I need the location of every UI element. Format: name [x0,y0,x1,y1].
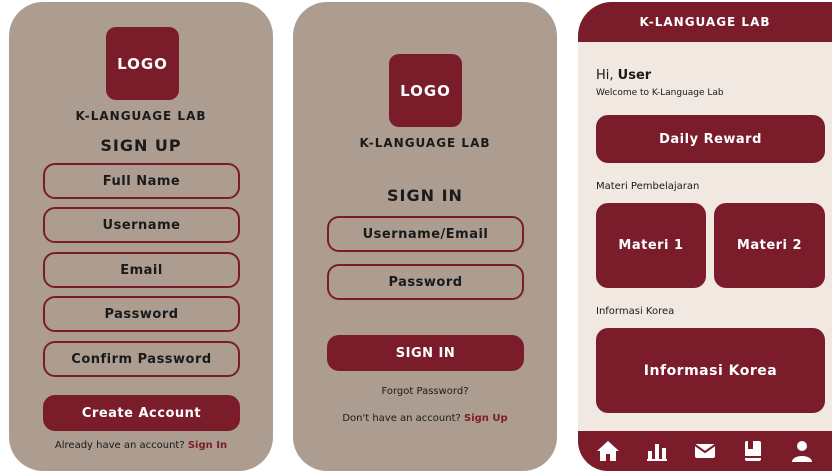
book-icon[interactable] [741,439,765,463]
signin-prompt-text: Already have an account? [54,440,185,451]
username-field[interactable]: Username [43,207,240,243]
app-header: K-LANGUAGE LAB [578,2,832,42]
brand-name: K-LANGUAGE LAB [359,136,491,150]
korea-info-card[interactable]: Informasi Korea [596,328,825,413]
page-title: SIGN IN [387,186,463,205]
confirm-password-field[interactable]: Confirm Password [43,341,240,377]
chart-icon[interactable] [645,439,669,463]
logo: LOGO [389,54,462,127]
user-icon[interactable] [790,439,814,463]
page-title: SIGN UP [100,136,182,155]
home-screen: K-LANGUAGE LAB Hi, User Welcome to K-Lan… [578,2,832,471]
signup-screen: LOGO K-LANGUAGE LAB SIGN UP Full Name Us… [9,2,273,471]
password-field[interactable]: Password [327,264,524,300]
forgot-password-link[interactable]: Forgot Password? [293,386,557,397]
username-email-field[interactable]: Username/Email [327,216,524,252]
greeting: Hi, User [596,68,651,83]
signup-prompt: Don't have an account? Sign Up [293,413,557,424]
signup-link[interactable]: Sign Up [464,413,508,424]
password-field[interactable]: Password [43,296,240,332]
mail-icon[interactable] [693,439,717,463]
brand-name: K-LANGUAGE LAB [75,109,207,123]
greeting-name: User [617,68,652,83]
signin-button[interactable]: SIGN IN [327,335,524,371]
material-1-card[interactable]: Materi 1 [596,203,706,288]
signin-prompt: Already have an account? Sign In [9,440,273,451]
bottom-nav [578,431,832,471]
signin-link[interactable]: Sign In [188,440,227,451]
info-section-label: Informasi Korea [596,306,675,317]
email-field[interactable]: Email [43,252,240,288]
materials-section-label: Materi Pembelajaran [596,181,700,192]
daily-reward-button[interactable]: Daily Reward [596,115,825,163]
greeting-prefix: Hi, [596,68,614,83]
signup-prompt-text: Don't have an account? [342,413,461,424]
material-2-card[interactable]: Materi 2 [714,203,825,288]
signin-screen: LOGO K-LANGUAGE LAB SIGN IN Username/Ema… [293,2,557,471]
logo: LOGO [106,27,179,100]
full-name-field[interactable]: Full Name [43,163,240,199]
create-account-button[interactable]: Create Account [43,395,240,431]
home-icon[interactable] [596,439,620,463]
welcome-text: Welcome to K-Language Lab [596,88,724,98]
